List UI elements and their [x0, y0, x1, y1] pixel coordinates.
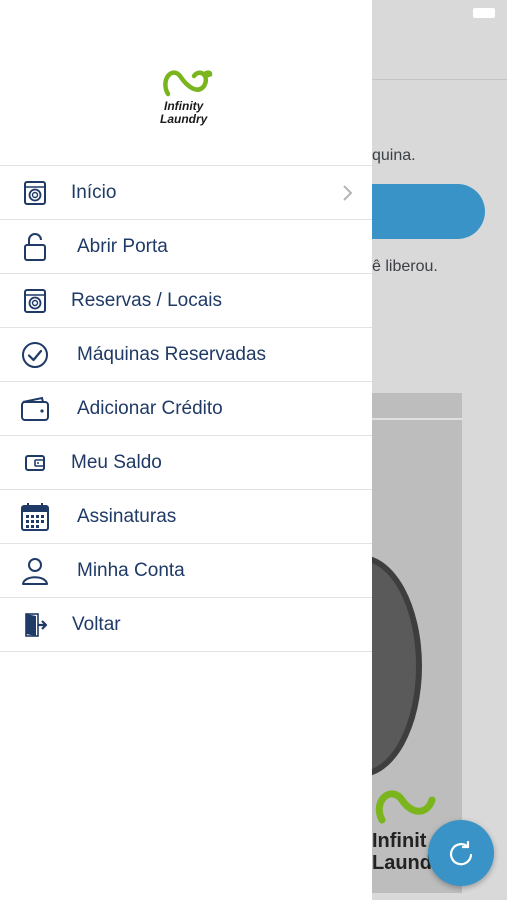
- logo-icon: [163, 70, 213, 97]
- menu-item-maquinas-reservadas[interactable]: Máquinas Reservadas: [0, 328, 372, 382]
- unlock-icon: [20, 232, 50, 262]
- background-logo-line2: Laund: [372, 852, 432, 874]
- washing-machine-icon: [20, 286, 50, 316]
- infinity-laundry-logo: Infinity Laundry: [158, 64, 218, 130]
- menu-item-reservas-locais[interactable]: Reservas / Locais: [0, 274, 372, 328]
- calendar-icon: [20, 502, 50, 532]
- background-text-bottom: ê liberou.: [372, 258, 438, 275]
- background-logo-line1: Infinit: [372, 830, 427, 852]
- refresh-icon: [449, 840, 473, 866]
- wallet-small-icon: [20, 448, 50, 478]
- background-text-top: quina.: [372, 147, 416, 164]
- navigation-drawer: Infinity Laundry Início Abrir Porta Rese…: [0, 0, 372, 900]
- menu-item-label: Abrir Porta: [77, 236, 168, 257]
- user-icon: [20, 556, 50, 586]
- menu-item-abrir-porta[interactable]: Abrir Porta: [0, 220, 372, 274]
- menu-item-assinaturas[interactable]: Assinaturas: [0, 490, 372, 544]
- menu-item-minha-conta[interactable]: Minha Conta: [0, 544, 372, 598]
- menu-item-voltar[interactable]: Voltar: [0, 598, 372, 652]
- menu-item-label: Assinaturas: [77, 506, 177, 527]
- wallet-icon: [20, 394, 50, 424]
- background-logo-icon: [375, 790, 436, 824]
- logo-text: Infinity Laundry: [160, 100, 207, 126]
- menu-item-label: Voltar: [72, 614, 121, 635]
- menu-item-inicio[interactable]: Início: [0, 166, 372, 220]
- refresh-button[interactable]: [428, 820, 494, 886]
- menu-item-label: Minha Conta: [77, 560, 185, 581]
- exit-door-icon: [20, 610, 50, 640]
- chevron-right-icon: [340, 183, 354, 203]
- machine-panel-line: [372, 418, 462, 420]
- menu-item-adicionar-credito[interactable]: Adicionar Crédito: [0, 382, 372, 436]
- background-logo-text: Infinit Laund: [372, 830, 432, 874]
- menu-item-meu-saldo[interactable]: Meu Saldo: [0, 436, 372, 490]
- drawer-menu: Início Abrir Porta Reservas / Locais Máq…: [0, 165, 372, 652]
- menu-item-label: Meu Saldo: [71, 452, 162, 473]
- menu-item-label: Adicionar Crédito: [77, 398, 223, 419]
- washing-machine-icon: [20, 178, 50, 208]
- menu-item-label: Reservas / Locais: [71, 290, 223, 311]
- battery-icon: [473, 8, 495, 18]
- menu-item-label: Máquinas Reservadas: [77, 344, 267, 365]
- check-circle-icon: [20, 340, 50, 370]
- logo-line2: Laundry: [160, 112, 208, 126]
- menu-item-label: Início: [71, 182, 117, 203]
